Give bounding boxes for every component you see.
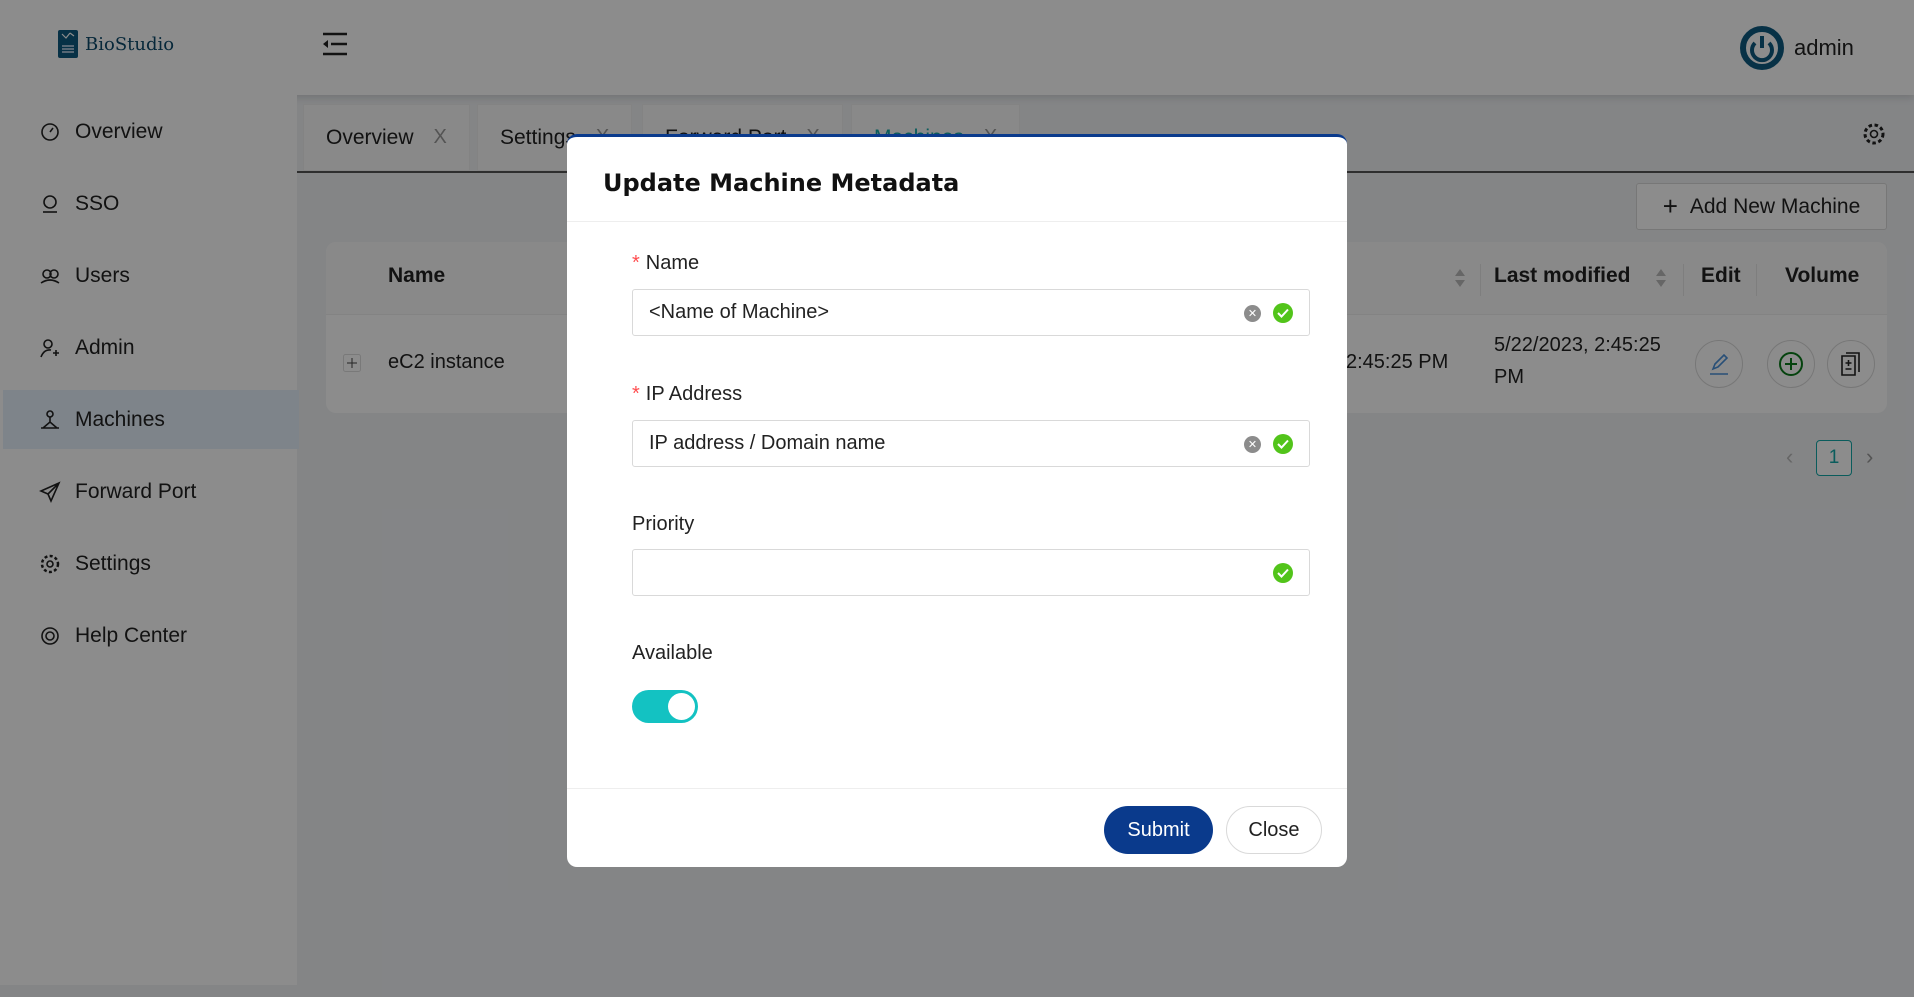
available-toggle[interactable] — [632, 690, 698, 723]
label-text: Name — [645, 252, 700, 274]
ip-address-input[interactable]: IP address / Domain name ✕ — [632, 420, 1310, 467]
divider — [567, 788, 1347, 789]
name-value: <Name of Machine> — [649, 301, 830, 323]
priority-input[interactable] — [632, 549, 1310, 596]
available-label: Available — [632, 642, 713, 664]
update-machine-modal: Update Machine Metadata * Name <Name of M… — [567, 134, 1347, 867]
clear-icon[interactable]: ✕ — [1244, 436, 1261, 453]
toggle-knob — [668, 693, 695, 720]
ip-value: IP address / Domain name — [649, 432, 886, 454]
required-mark: * — [632, 383, 640, 405]
close-button[interactable]: Close — [1226, 806, 1322, 854]
check-circle-icon — [1273, 434, 1293, 454]
required-mark: * — [632, 252, 640, 274]
name-input[interactable]: <Name of Machine> ✕ — [632, 289, 1310, 336]
check-circle-icon — [1273, 303, 1293, 323]
modal-title: Update Machine Metadata — [603, 169, 960, 197]
clear-icon[interactable]: ✕ — [1244, 305, 1261, 322]
submit-button[interactable]: Submit — [1104, 806, 1213, 854]
name-label: * Name — [632, 252, 699, 275]
priority-label: Priority — [632, 513, 695, 535]
label-text: IP Address — [645, 383, 743, 405]
divider — [567, 221, 1347, 222]
ip-label: * IP Address — [632, 383, 742, 406]
check-circle-icon — [1273, 563, 1293, 583]
